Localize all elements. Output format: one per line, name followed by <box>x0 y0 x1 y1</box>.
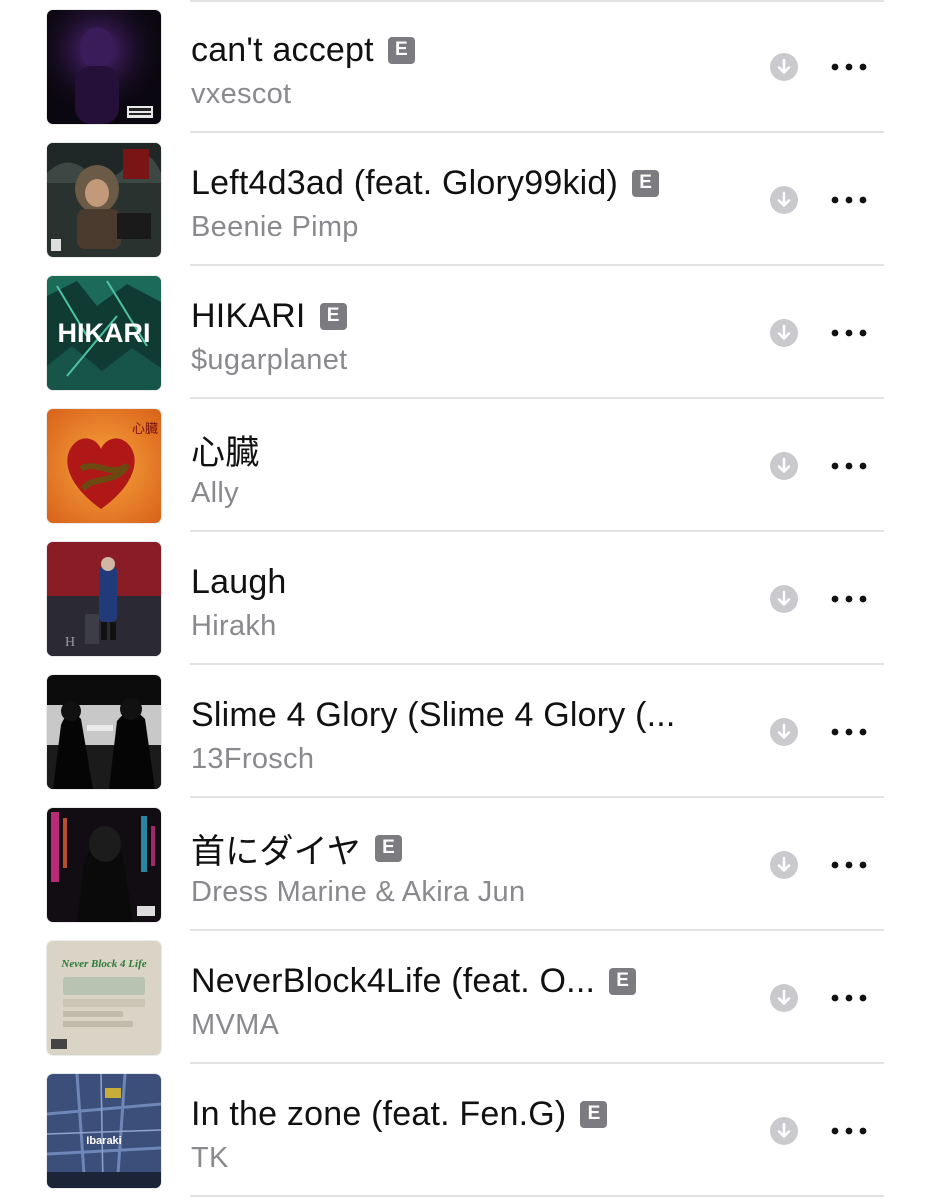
heart-artwork-text: 心臓 <box>132 422 158 437</box>
hikari-artwork-text: HIKARI <box>58 318 151 348</box>
more-options-icon[interactable] <box>829 57 869 77</box>
track-title[interactable]: can't accept <box>191 31 374 70</box>
track-row[interactable]: Slime 4 Glory (Slime 4 Glory (... 13Fros… <box>0 665 931 798</box>
track-row[interactable]: Never Block 4 Life NeverBlock4Life (feat… <box>0 931 931 1064</box>
explicit-badge: E <box>374 834 402 862</box>
explicit-badge: E <box>387 36 415 64</box>
explicit-badge: E <box>319 302 347 330</box>
neon-street-artwork[interactable] <box>47 808 161 922</box>
row-divider <box>190 1195 884 1197</box>
track-title-line: HIKARI E <box>191 294 736 338</box>
bw-two-figures-artwork[interactable] <box>47 675 161 789</box>
track-row[interactable]: 首にダイヤ E Dress Marine & Akira Jun <box>0 798 931 931</box>
artist-name[interactable]: Dress Marine & Akira Jun <box>191 876 525 909</box>
download-icon[interactable] <box>769 185 799 215</box>
more-options-icon[interactable] <box>829 456 869 476</box>
artist-name[interactable]: vxescot <box>191 78 291 111</box>
artist-name[interactable]: Beenie Pimp <box>191 211 359 244</box>
laugh-artwork-text: H <box>65 635 75 650</box>
more-options-icon[interactable] <box>829 589 869 609</box>
download-icon[interactable] <box>769 850 799 880</box>
track-row[interactable]: HIKARI HIKARI E $ugarplanet <box>0 266 931 399</box>
download-icon[interactable] <box>769 717 799 747</box>
download-icon[interactable] <box>769 584 799 614</box>
track-title-line: Left4d3ad (feat. Glory99kid) E <box>191 161 736 205</box>
track-title[interactable]: Laugh <box>191 563 287 602</box>
track-row[interactable]: 心臓 心臓 Ally <box>0 399 931 532</box>
download-icon[interactable] <box>769 1116 799 1146</box>
track-row[interactable]: Left4d3ad (feat. Glory99kid) E Beenie Pi… <box>0 133 931 266</box>
hooded-figure-artwork[interactable] <box>47 143 161 257</box>
track-title[interactable]: 心臓 <box>191 425 259 474</box>
hikari-text-artwork[interactable]: HIKARI <box>47 276 161 390</box>
track-row[interactable]: can't accept E vxescot <box>0 0 931 133</box>
track-title[interactable]: NeverBlock4Life (feat. O... <box>191 962 595 1001</box>
explicit-badge: E <box>580 1100 608 1128</box>
artist-name[interactable]: Ally <box>191 477 239 510</box>
explicit-badge: E <box>632 169 660 197</box>
artist-name[interactable]: $ugarplanet <box>191 344 348 377</box>
track-title-line: NeverBlock4Life (feat. O... E <box>191 959 736 1003</box>
never-block-4-life-artwork[interactable]: Never Block 4 Life <box>47 941 161 1055</box>
more-options-icon[interactable] <box>829 855 869 875</box>
artist-name[interactable]: MVMA <box>191 1009 279 1042</box>
more-options-icon[interactable] <box>829 190 869 210</box>
red-room-figure-artwork[interactable]: H <box>47 542 161 656</box>
map-ibaraki-artwork[interactable]: Ibaraki <box>47 1074 161 1188</box>
artist-name[interactable]: Hirakh <box>191 610 277 643</box>
download-icon[interactable] <box>769 52 799 82</box>
track-row[interactable]: H Laugh Hirakh <box>0 532 931 665</box>
more-options-icon[interactable] <box>829 988 869 1008</box>
never-block-artwork-text: Never Block 4 Life <box>60 958 146 970</box>
track-title-line: Laugh <box>191 560 736 604</box>
download-icon[interactable] <box>769 318 799 348</box>
track-row[interactable]: Ibaraki In the zone (feat. Fen.G) E TK <box>0 1064 931 1197</box>
track-title[interactable]: Slime 4 Glory (Slime 4 Glory (... <box>191 696 676 735</box>
track-title-line: Slime 4 Glory (Slime 4 Glory (... <box>191 693 736 737</box>
track-title-line: can't accept E <box>191 28 736 72</box>
track-title-line: 首にダイヤ E <box>191 824 736 873</box>
more-options-icon[interactable] <box>829 1121 869 1141</box>
heart-snake-artwork[interactable]: 心臓 <box>47 409 161 523</box>
artist-name[interactable]: 13Frosch <box>191 743 314 776</box>
track-title[interactable]: Left4d3ad (feat. Glory99kid) <box>191 164 618 203</box>
artist-name[interactable]: TK <box>191 1142 229 1175</box>
ibaraki-artwork-text: Ibaraki <box>86 1135 121 1147</box>
download-icon[interactable] <box>769 451 799 481</box>
track-title[interactable]: In the zone (feat. Fen.G) <box>191 1095 566 1134</box>
track-title[interactable]: 首にダイヤ <box>191 824 361 873</box>
track-title[interactable]: HIKARI <box>191 297 306 336</box>
more-options-icon[interactable] <box>829 323 869 343</box>
explicit-badge: E <box>609 967 637 995</box>
track-title-line: 心臓 <box>191 425 736 474</box>
more-options-icon[interactable] <box>829 722 869 742</box>
dark-purple-portrait-artwork[interactable] <box>47 10 161 124</box>
download-icon[interactable] <box>769 983 799 1013</box>
track-title-line: In the zone (feat. Fen.G) E <box>191 1092 736 1136</box>
